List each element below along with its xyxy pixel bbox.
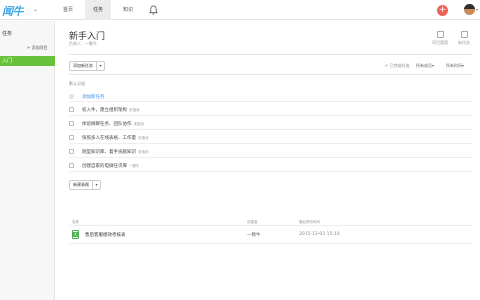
person-gear-icon xyxy=(436,31,444,38)
new-task-header-button[interactable]: 新任务 xyxy=(454,31,474,46)
add-task-button[interactable]: 添加新任务 xyxy=(70,62,97,70)
task-row[interactable]: 刚型知识库、着手贡献知识 未指派 xyxy=(69,145,472,158)
task-assignee: 未指派 xyxy=(138,136,149,140)
new-task-header-label: 新任务 xyxy=(458,40,470,45)
sidebar-item-intro[interactable]: 入门 xyxy=(0,56,55,66)
add-task-button-group: 添加新任务 ▾ xyxy=(69,61,105,71)
file-owner: 一颗牛 xyxy=(247,233,261,238)
section-label: 默认分组 xyxy=(69,81,85,86)
divider xyxy=(69,74,472,75)
task-checkbox[interactable] xyxy=(69,121,74,126)
add-button[interactable]: + xyxy=(437,5,448,16)
edit-icon xyxy=(460,31,468,38)
task-row[interactable]: 快照多人在线表格、工作量 未指派 xyxy=(69,131,472,144)
bell-icon[interactable] xyxy=(149,5,158,15)
spreadsheet-icon: X xyxy=(72,230,79,239)
project-settings-button[interactable]: 项目管理 xyxy=(430,31,450,46)
task-row[interactable]: 创建自家的电微任识库 一颗牛 xyxy=(69,159,472,172)
add-file-button-group: 新建表格 ▾ xyxy=(69,180,101,190)
file-row[interactable]: X 售后客服绩效考核表 一颗牛 2015-12-03 15:10 xyxy=(69,226,472,244)
task-title[interactable]: 刚型知识库、着手贡献知识 xyxy=(82,150,136,155)
task-assignee: 未指派 xyxy=(129,108,140,112)
top-bar: 闻牛 ⌄ 首页 任务 知识 + ▾ xyxy=(0,0,480,20)
task-assignee: 未指派 xyxy=(133,122,145,126)
task-title[interactable]: 初入牛，建立组织架构 xyxy=(82,108,127,113)
task-title[interactable]: 创建自家的电微任识库 xyxy=(82,164,127,169)
tab-home[interactable]: 首页 xyxy=(55,0,81,20)
add-file-button[interactable]: 新建表格 xyxy=(70,181,93,189)
task-checkbox[interactable] xyxy=(69,163,74,168)
tab-tasks[interactable]: 任务 xyxy=(85,0,111,20)
task-checkbox[interactable] xyxy=(69,135,74,140)
top-nav: 首页 任务 知识 xyxy=(55,0,145,20)
sidebar: 任务 + 添加项目 入门 xyxy=(0,21,55,300)
add-task-row[interactable]: 添加新任务 xyxy=(69,91,472,102)
avatar[interactable] xyxy=(464,4,475,15)
divider xyxy=(69,54,472,55)
page-subtitle: 负责人：一颗牛 xyxy=(69,41,97,46)
file-name[interactable]: 售后客服绩效考核表 xyxy=(85,232,126,238)
task-title[interactable]: 体验微聊任务、团队协作 xyxy=(82,122,132,127)
task-checkbox[interactable] xyxy=(69,149,74,154)
task-row[interactable]: 体验微聊任务、团队协作 未指派 xyxy=(69,117,472,130)
task-assignee: 一颗牛 xyxy=(129,164,140,168)
checkbox xyxy=(69,94,74,99)
task-title[interactable]: 快照多人在线表格、工作量 xyxy=(82,136,136,141)
sidebar-title: 任务 xyxy=(2,31,13,37)
project-settings-label: 项目管理 xyxy=(432,40,448,45)
add-project-button[interactable]: + 添加项目 xyxy=(27,45,48,51)
task-checkbox[interactable] xyxy=(69,107,74,112)
file-modified-time: 2015-12-03 15:10 xyxy=(299,232,340,237)
chevron-down-icon[interactable]: ⌄ xyxy=(33,6,38,13)
task-row[interactable]: 初入牛，建立组织架构 未指派 xyxy=(69,103,472,116)
chevron-down-icon[interactable]: ▾ xyxy=(97,62,104,70)
app-logo[interactable]: 闻牛 xyxy=(2,3,24,19)
member-filter[interactable]: 所有成员▾ xyxy=(416,63,434,69)
completed-filter[interactable]: ✔ 已完成任务 xyxy=(385,63,410,69)
time-filter[interactable]: 所有时间▾ xyxy=(446,63,464,69)
tab-knowledge[interactable]: 知识 xyxy=(115,0,141,20)
add-task-link[interactable]: 添加新任务 xyxy=(82,94,105,100)
main-content: 新手入门 负责人：一颗牛 项目管理 新任务 添加新任务 ▾ ✔ 已完成任务 所有… xyxy=(56,21,480,300)
chevron-down-icon[interactable]: ▾ xyxy=(93,181,100,189)
task-assignee: 未指派 xyxy=(138,150,149,154)
chevron-down-icon[interactable]: ▾ xyxy=(476,7,478,12)
